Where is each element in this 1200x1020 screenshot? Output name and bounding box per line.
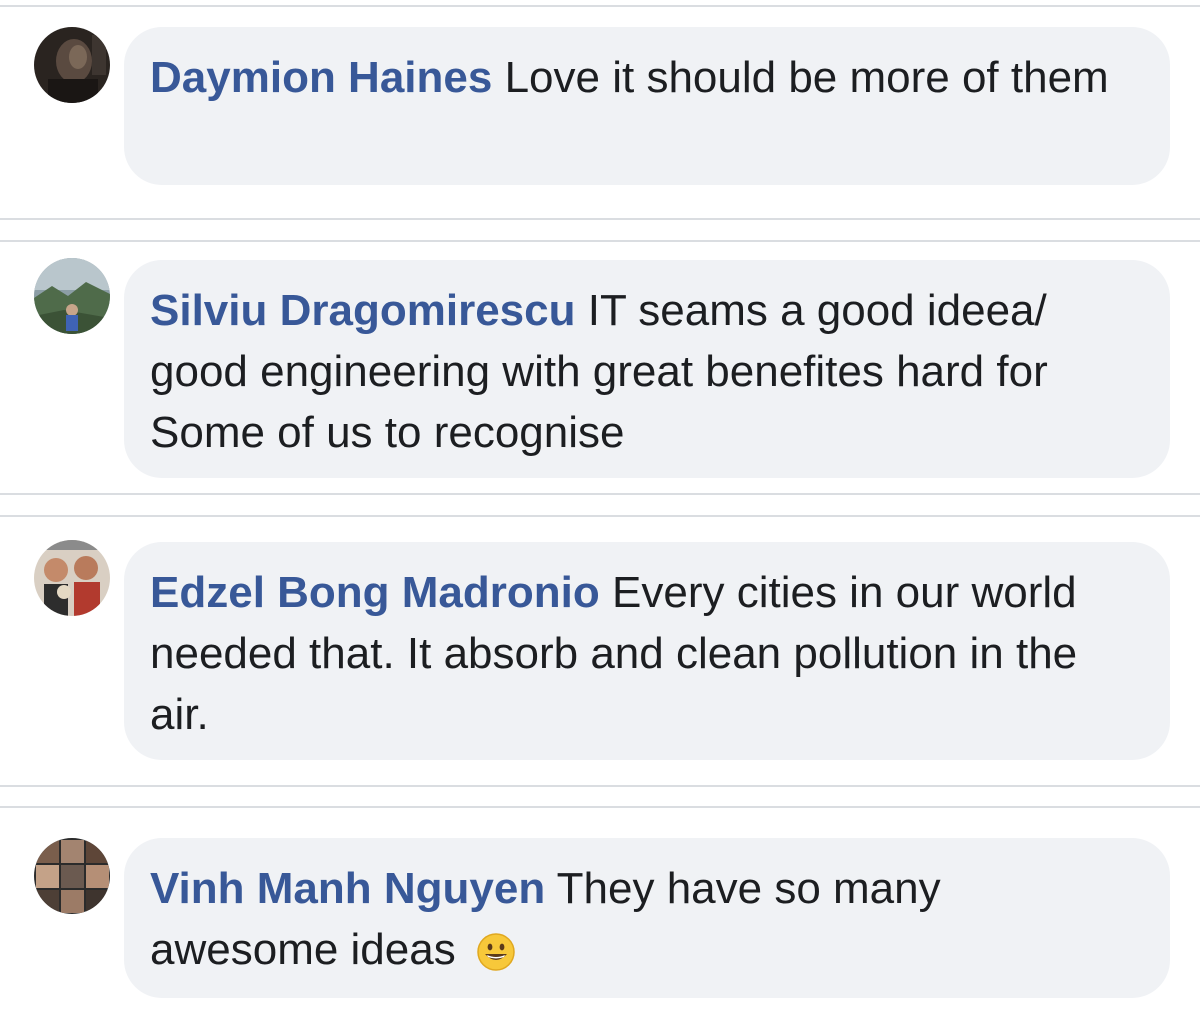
profile-photo-icon [34,838,110,914]
comment-item: Vinh Manh Nguyen They have so many aweso… [0,806,1200,1020]
profile-photo-icon [34,540,110,616]
comment-item: Edzel Bong Madronio Every cities in our … [0,515,1200,787]
comment-author-link[interactable]: Vinh Manh Nguyen [150,864,545,913]
avatar[interactable] [34,540,110,616]
comment-item: Daymion Haines Love it should be more of… [0,5,1200,220]
avatar[interactable] [34,27,110,103]
profile-photo-icon [34,258,110,334]
comment-item: Silviu Dragomirescu IT seams a good idee… [0,240,1200,495]
profile-photo-icon [34,27,110,103]
comment-author-link[interactable]: Edzel Bong Madronio [150,568,600,617]
smiling-face-emoji-icon [476,927,516,988]
comment-bubble: Edzel Bong Madronio Every cities in our … [124,542,1170,760]
avatar[interactable] [34,258,110,334]
comment-bubble: Vinh Manh Nguyen They have so many aweso… [124,838,1170,998]
comment-author-link[interactable]: Daymion Haines [150,53,492,102]
comment-bubble: Silviu Dragomirescu IT seams a good idee… [124,260,1170,478]
comment-bubble: Daymion Haines Love it should be more of… [124,27,1170,185]
comment-author-link[interactable]: Silviu Dragomirescu [150,286,575,335]
avatar[interactable] [34,838,110,914]
comment-text: Love it should be more of them [504,53,1109,102]
